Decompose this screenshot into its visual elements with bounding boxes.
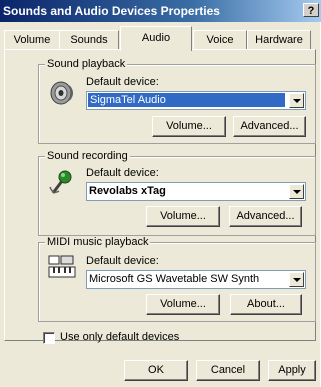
playback-device-dropdown[interactable]: SigmaTel Audio	[86, 91, 306, 110]
tab-audio[interactable]: Audio	[120, 26, 192, 51]
playback-volume-button[interactable]: Volume...	[152, 116, 226, 137]
recording-device-dropdown[interactable]: Revolabs xTag	[86, 182, 306, 201]
chevron-down-icon[interactable]	[289, 93, 304, 108]
tab-volume[interactable]: Volume	[4, 30, 60, 50]
chevron-down-icon[interactable]	[289, 184, 304, 199]
apply-button[interactable]: Apply	[268, 360, 316, 381]
recording-default-device-label: Default device:	[86, 167, 159, 179]
playback-advanced-button[interactable]: Advanced...	[233, 116, 306, 137]
ok-button[interactable]: OK	[124, 360, 188, 381]
cancel-button[interactable]: Cancel	[196, 360, 260, 381]
use-default-devices-checkbox[interactable]	[43, 332, 55, 344]
tab-voice[interactable]: Voice	[193, 30, 247, 50]
properties-dialog: Sounds and Audio Devices Properties ? Vo…	[0, 0, 321, 387]
midi-device-dropdown[interactable]: Microsoft GS Wavetable SW Synth	[86, 270, 306, 289]
tab-strip: Volume Sounds Audio Voice Hardware	[0, 26, 320, 51]
microphone-icon	[49, 170, 72, 194]
recording-volume-button[interactable]: Volume...	[146, 206, 220, 227]
recording-advanced-button[interactable]: Advanced...	[229, 206, 302, 227]
midi-playback-label: MIDI music playback	[45, 236, 151, 248]
speaker-icon	[50, 81, 73, 105]
midi-keyboard-icon	[48, 255, 76, 278]
help-button[interactable]: ?	[303, 3, 319, 17]
playback-device-value: SigmaTel Audio	[88, 93, 285, 107]
sound-playback-label: Sound playback	[45, 58, 128, 70]
chevron-down-icon[interactable]	[289, 272, 304, 287]
sound-recording-label: Sound recording	[45, 150, 130, 162]
recording-device-value: Revolabs xTag	[89, 185, 166, 197]
tab-sounds[interactable]: Sounds	[59, 30, 119, 50]
playback-default-device-label: Default device:	[86, 76, 159, 88]
use-default-devices-label[interactable]: Use only default devices	[60, 331, 179, 343]
midi-volume-button[interactable]: Volume...	[146, 294, 220, 315]
midi-about-button[interactable]: About...	[230, 294, 302, 315]
midi-default-device-label: Default device:	[86, 255, 159, 267]
title-bar[interactable]: Sounds and Audio Devices Properties ?	[0, 0, 321, 22]
midi-device-value: Microsoft GS Wavetable SW Synth	[89, 273, 260, 285]
window-title: Sounds and Audio Devices Properties	[3, 4, 220, 18]
tab-hardware[interactable]: Hardware	[247, 30, 311, 50]
